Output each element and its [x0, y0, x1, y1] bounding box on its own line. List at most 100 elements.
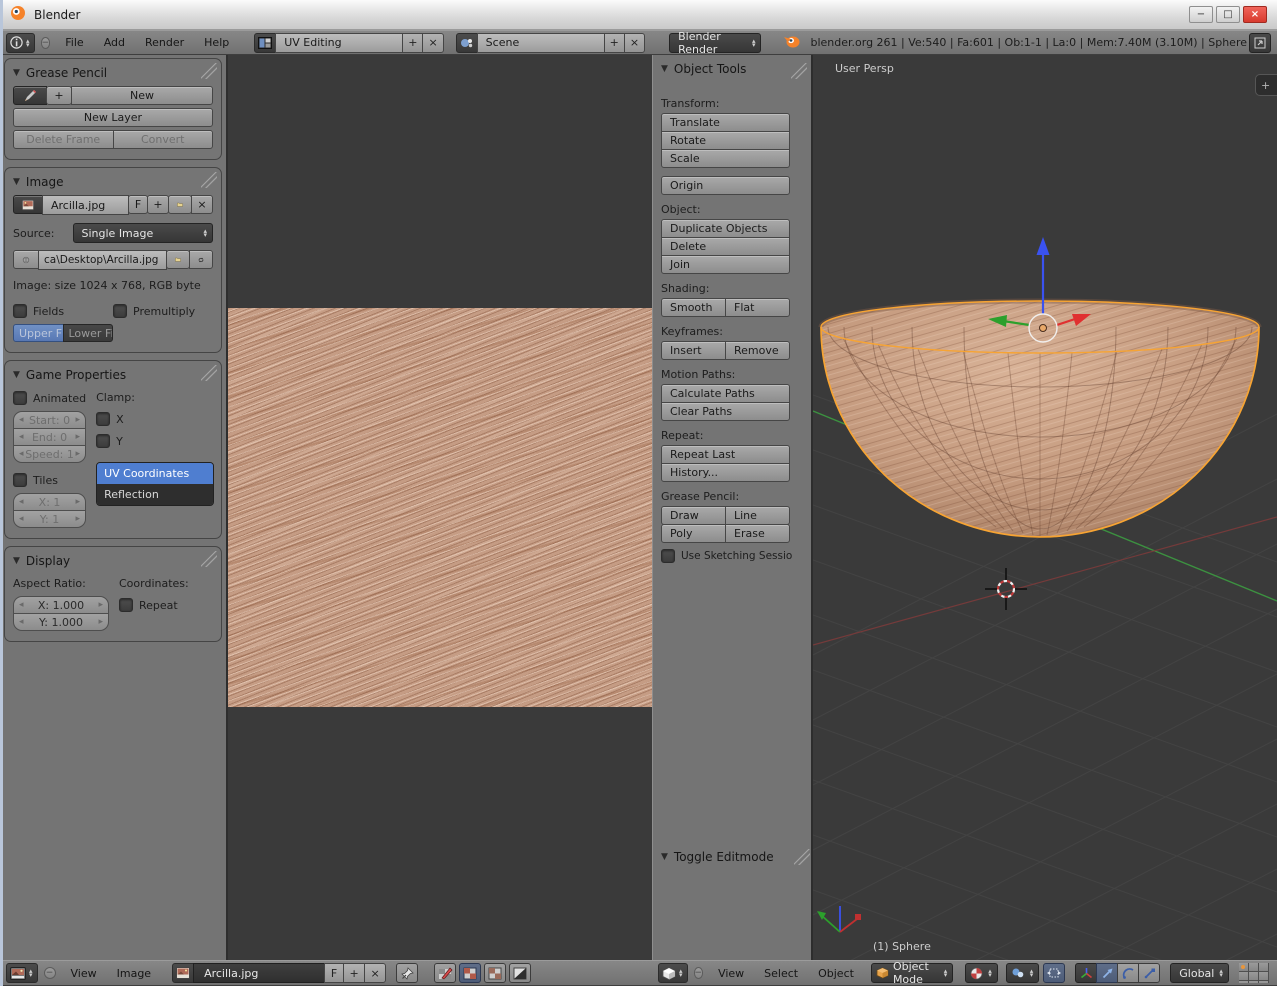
rotate-button[interactable]: Rotate	[661, 131, 790, 150]
open-image-icon[interactable]	[168, 195, 192, 214]
grease-pencil-new-button[interactable]: New	[71, 86, 213, 105]
properties-region-expand-tab[interactable]: +	[1255, 74, 1277, 96]
pivot-point-select[interactable]: ▴ ▾	[1005, 963, 1040, 983]
render-engine-select[interactable]: Blender Render ▴ ▾	[669, 30, 762, 56]
panel-drag-corner[interactable]	[201, 365, 217, 381]
convert-button[interactable]: Convert	[112, 130, 213, 149]
panel-drag-corner[interactable]	[201, 63, 217, 79]
anim-end-field[interactable]: ◂ End: 0 ▸	[13, 428, 87, 446]
new-image-button[interactable]: +	[147, 195, 169, 214]
collapse-menus-icon[interactable]: −	[43, 967, 56, 979]
manipulator-translate-icon[interactable]	[1096, 963, 1119, 983]
shade-flat-button[interactable]: Flat	[725, 298, 790, 317]
uv-menu-image[interactable]: Image	[108, 967, 160, 980]
aspect-x-field[interactable]: ◂ X: 1.000 ▸	[13, 596, 109, 614]
anim-start-field[interactable]: ◂ Start: 0 ▸	[13, 411, 87, 429]
pivot-center-align-icon[interactable]	[1043, 963, 1066, 983]
join-button[interactable]: Join	[661, 255, 790, 274]
editor-type-selector-3d[interactable]: ▴ ▾	[658, 963, 688, 983]
repeat-last-button[interactable]: Repeat Last	[661, 445, 790, 464]
manipulator-scale-icon[interactable]	[1138, 963, 1161, 983]
delete-frame-button[interactable]: Delete Frame	[13, 130, 114, 149]
screen-layout-name[interactable]: UV Editing	[275, 32, 404, 53]
history-button[interactable]: History...	[661, 463, 790, 482]
layers-widget[interactable]	[1238, 963, 1271, 983]
editor-type-selector-uv[interactable]: ▴ ▾	[6, 963, 38, 983]
v3d-menu-object[interactable]: Object	[809, 967, 863, 980]
gp-line-button[interactable]: Line	[725, 506, 790, 525]
maximize-button[interactable]: □	[1216, 6, 1240, 23]
panel-header-grease-pencil[interactable]: ▼ Grease Pencil	[13, 63, 213, 83]
origin-button[interactable]: Origin	[661, 176, 790, 195]
viewport-shading-select[interactable]: ▴ ▾	[965, 963, 998, 983]
uv-new-image-button[interactable]: +	[343, 963, 366, 983]
unlink-image-button[interactable]: ×	[191, 195, 213, 214]
scene-icon-button[interactable]	[455, 32, 478, 53]
gp-draw-button[interactable]: Draw	[661, 506, 726, 525]
new-layer-button[interactable]: New Layer	[13, 108, 213, 127]
aspect-y-field[interactable]: ◂ Y: 1.000 ▸	[13, 613, 109, 631]
fields-checkbox[interactable]	[13, 304, 27, 318]
minimize-button[interactable]: −	[1189, 6, 1213, 23]
v3d-menu-view[interactable]: View	[709, 967, 753, 980]
image-name-field[interactable]: Arcilla.jpg	[42, 195, 129, 215]
delete-button[interactable]: Delete	[661, 237, 790, 256]
browse-file-icon[interactable]	[166, 250, 190, 269]
window-fullscreen-icon[interactable]	[1249, 32, 1271, 53]
clear-paths-button[interactable]: Clear Paths	[661, 402, 790, 421]
panel-header-display[interactable]: ▼ Display	[13, 551, 213, 571]
collapse-menus-icon[interactable]: −	[40, 36, 51, 49]
draw-color-alpha-icon[interactable]	[459, 963, 482, 983]
duplicate-objects-button[interactable]: Duplicate Objects	[661, 219, 790, 238]
transform-orientation-select[interactable]: Global ▴ ▾	[1170, 963, 1229, 983]
sphere-bowl-object[interactable]	[813, 293, 1277, 553]
gp-erase-button[interactable]: Erase	[725, 524, 790, 543]
mapping-option-reflection[interactable]: Reflection	[97, 484, 214, 505]
manipulator-z-arrow[interactable]	[1036, 237, 1050, 255]
calculate-paths-button[interactable]: Calculate Paths	[661, 384, 790, 403]
viewport-canvas[interactable]	[813, 55, 1277, 960]
delete-scene-button[interactable]: ×	[623, 32, 646, 53]
layer-cell[interactable]	[1257, 980, 1269, 983]
insert-keyframe-button[interactable]: Insert	[661, 341, 726, 360]
menu-help[interactable]: Help	[195, 36, 238, 49]
manipulator-rotate-icon[interactable]	[1117, 963, 1140, 983]
manipulator-toggle-icon[interactable]	[1075, 963, 1098, 983]
image-filepath-field[interactable]: ca\Desktop\Arcilla.jpg	[38, 250, 167, 270]
scale-button[interactable]: Scale	[661, 149, 790, 168]
panel-header-game-properties[interactable]: ▼ Game Properties	[13, 365, 213, 385]
editor-type-selector-info[interactable]: ▴ ▾	[6, 32, 35, 53]
gp-poly-button[interactable]: Poly	[661, 524, 726, 543]
screen-layout-icon-button[interactable]	[254, 32, 277, 53]
animated-checkbox[interactable]	[13, 391, 27, 405]
draw-alpha-icon[interactable]	[509, 963, 532, 983]
menu-render[interactable]: Render	[136, 36, 193, 49]
remove-keyframe-button[interactable]: Remove	[725, 341, 790, 360]
collapse-menus-icon[interactable]: −	[693, 967, 704, 979]
fake-user-button[interactable]: F	[128, 195, 148, 214]
add-screen-layout-button[interactable]: +	[402, 32, 424, 53]
tiles-x-field[interactable]: ◂ X: 1 ▸	[13, 493, 87, 511]
panel-drag-corner[interactable]	[794, 849, 810, 865]
mapping-option-uv-coordinates[interactable]: UV Coordinates	[97, 463, 214, 484]
sketching-sessions-checkbox[interactable]	[661, 549, 675, 563]
panel-drag-corner[interactable]	[791, 63, 807, 79]
image-datablock-icon[interactable]	[13, 195, 43, 214]
mode-select[interactable]: Object Mode ▴ ▾	[870, 960, 954, 986]
translate-button[interactable]: Translate	[661, 113, 790, 132]
uv-image-editor-canvas[interactable]	[228, 55, 652, 960]
image-source-select[interactable]: Single Image ▴ ▾	[72, 223, 213, 243]
panel-header-image[interactable]: ▼ Image	[13, 172, 213, 192]
uv-menu-view[interactable]: View	[62, 967, 106, 980]
grease-pencil-draw-icon[interactable]	[13, 86, 47, 105]
pin-icon[interactable]	[396, 963, 419, 983]
clamp-x-checkbox[interactable]	[96, 412, 111, 426]
clay-texture-image[interactable]	[228, 308, 652, 707]
clamp-y-checkbox[interactable]	[96, 434, 111, 448]
filepath-icon[interactable]	[13, 250, 39, 269]
reload-image-icon[interactable]	[189, 250, 213, 269]
panel-header-toggle-editmode[interactable]: ▼ Toggle Editmode	[661, 847, 810, 867]
tiles-y-field[interactable]: ◂ Y: 1 ▸	[13, 510, 87, 528]
premultiply-checkbox[interactable]	[113, 304, 127, 318]
add-scene-button[interactable]: +	[603, 32, 625, 53]
